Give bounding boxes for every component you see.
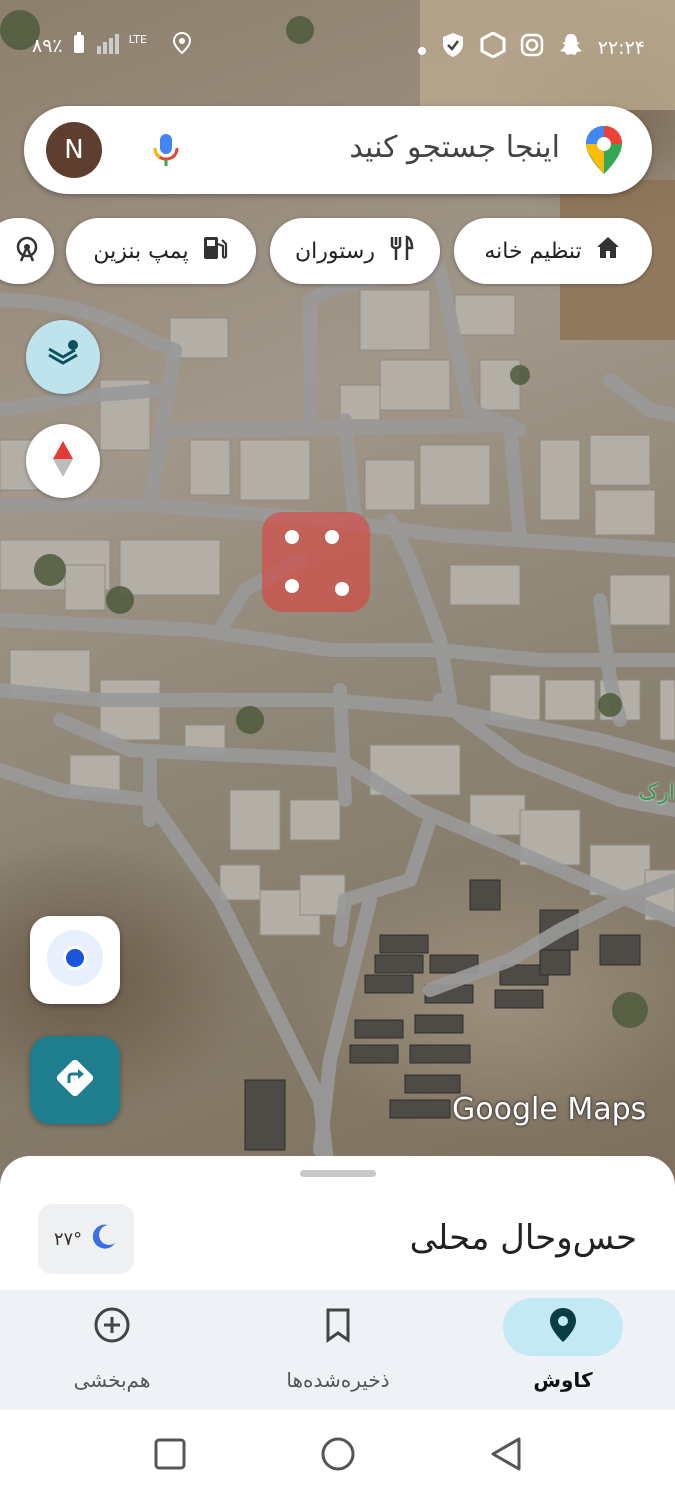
directions-button[interactable]: [30, 1036, 120, 1124]
nav-label: کاوش: [533, 1368, 593, 1392]
sheet-title: حس‌وحال محلی: [409, 1218, 637, 1258]
clock: ۲۲:۲۴: [597, 36, 645, 59]
gas-station-icon: [201, 234, 229, 268]
hexagon-icon: [480, 31, 506, 63]
back-triangle-icon: [489, 1436, 523, 1476]
nav-icon-wrap: [278, 1298, 398, 1356]
nav-saved[interactable]: ذخیره‌شده‌ها: [258, 1290, 418, 1410]
instagram-icon: [520, 33, 544, 62]
chip-restaurant[interactable]: رستوران: [270, 218, 440, 284]
directions-icon: [53, 1056, 97, 1104]
my-location-icon: [45, 928, 105, 992]
moon-icon: [88, 1222, 118, 1257]
home-circle-icon: [320, 1436, 356, 1476]
nav-label: ذخیره‌شده‌ها: [286, 1368, 390, 1392]
system-navigation-bar: [0, 1410, 675, 1500]
my-location-button[interactable]: [30, 916, 120, 1004]
bottom-sheet[interactable]: ۲۷° حس‌وحال محلی: [0, 1156, 675, 1296]
weather-badge[interactable]: ۲۷°: [38, 1204, 134, 1274]
bottom-navigation: هم‌بخشی ذخیره‌شده‌ها کاوش: [0, 1290, 675, 1410]
nav-label: هم‌بخشی: [73, 1368, 151, 1392]
nav-explore[interactable]: کاوش: [483, 1290, 643, 1410]
battery-icon: [73, 32, 85, 59]
bookmark-icon: [323, 1307, 353, 1347]
layers-icon: [45, 337, 81, 377]
sheet-drag-handle[interactable]: [300, 1170, 376, 1177]
chip-label: رستوران: [295, 238, 375, 264]
microphone-icon[interactable]: [146, 130, 186, 170]
nav-icon-wrap: [503, 1298, 623, 1356]
recents-button[interactable]: [150, 1436, 190, 1476]
network-type: LTE: [128, 33, 147, 46]
search-input[interactable]: اینجا جستجو کنید: [349, 130, 560, 165]
chip-gas-station[interactable]: پمپ بنزین: [66, 218, 256, 284]
explore-pin-icon: [548, 1306, 578, 1348]
search-bar[interactable]: N اینجا جستجو کنید: [24, 106, 652, 194]
google-maps-pin-icon: [584, 124, 624, 176]
weather-temp: ۲۷°: [53, 1228, 83, 1250]
chip-label: پمپ بنزین: [93, 238, 189, 264]
battery-percent: ۸۹٪: [32, 34, 63, 57]
snapchat-icon: [558, 32, 584, 63]
dot-icon: [417, 36, 426, 60]
chip-label: تنظیم خانه: [484, 238, 582, 264]
compass-icon: [51, 439, 75, 483]
restaurant-icon: [387, 234, 415, 268]
home-icon: [594, 234, 622, 268]
compass-button[interactable]: [26, 424, 100, 498]
google-maps-watermark: Google Maps: [452, 1092, 647, 1127]
add-circle-icon: [92, 1305, 132, 1349]
home-button[interactable]: [318, 1436, 358, 1476]
nav-icon-wrap: [52, 1298, 172, 1356]
status-bar: ۸۹٪ LTE ۲۲:۲۴: [0, 22, 675, 68]
chip-set-home[interactable]: تنظیم خانه: [454, 218, 652, 284]
map-edge-label: ارک: [638, 780, 675, 805]
location-icon: [172, 31, 191, 59]
ferris-wheel-icon: [13, 235, 41, 267]
shield-check-icon: [440, 32, 466, 63]
recents-icon: [153, 1437, 187, 1475]
nav-contribute[interactable]: هم‌بخشی: [32, 1290, 192, 1410]
back-button[interactable]: [486, 1436, 526, 1476]
layers-button[interactable]: [26, 320, 100, 394]
avatar[interactable]: N: [46, 122, 102, 178]
selection-marker: [262, 512, 370, 612]
